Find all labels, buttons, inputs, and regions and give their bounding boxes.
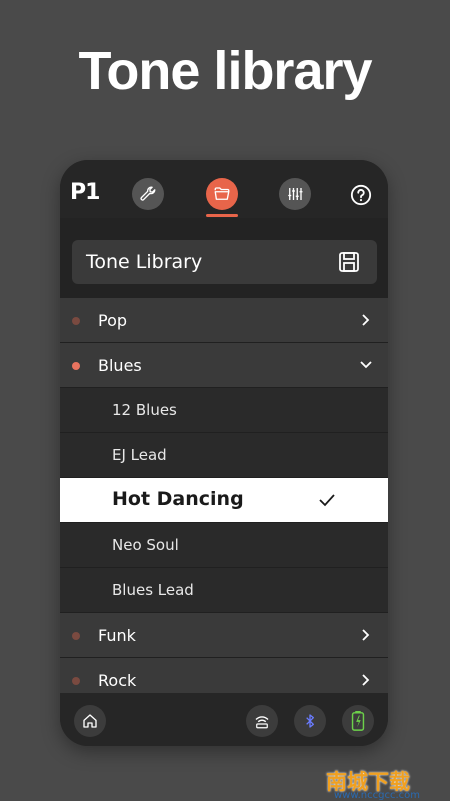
tone-library-panel: Tone Library Pop Blues 12 Blues EJ Lead (60, 218, 388, 693)
wireless-icon (255, 716, 269, 729)
watermark-logo: 南城下载 www.nccgcc.com (326, 764, 450, 801)
category-row-rock[interactable]: Rock (60, 658, 388, 693)
bluetooth-button[interactable] (294, 705, 326, 737)
category-row-blues[interactable]: Blues (60, 343, 388, 388)
tone-label: 12 Blues (112, 401, 177, 419)
app-logo: P1 (70, 180, 100, 205)
app-window: P1 Tone Library Pop Blues 12 Blues EJ Le… (60, 160, 388, 746)
hero-title: Tone library (78, 41, 372, 101)
checkmark-icon (319, 494, 335, 507)
chevron-down-icon (360, 361, 372, 369)
tone-row[interactable]: Blues Lead (60, 568, 388, 613)
category-dot (72, 362, 80, 370)
battery-icon (351, 711, 365, 731)
category-dot (72, 317, 80, 325)
tone-row-selected[interactable]: Hot Dancing (60, 478, 388, 523)
library-header: Tone Library (60, 218, 388, 298)
chevron-right-icon (362, 314, 370, 326)
chevron-right-icon (362, 674, 370, 686)
category-label: Blues (98, 356, 142, 375)
tone-label: EJ Lead (112, 446, 167, 464)
watermark-url: www.nccgcc.com (334, 790, 421, 801)
settings-tab[interactable] (132, 178, 164, 210)
home-button[interactable] (74, 705, 106, 737)
category-label: Funk (98, 626, 136, 645)
tone-label: Hot Dancing (112, 488, 244, 510)
tone-row[interactable]: 12 Blues (60, 388, 388, 433)
library-title: Tone Library (86, 251, 203, 273)
help-button[interactable] (350, 184, 372, 206)
category-row-funk[interactable]: Funk (60, 613, 388, 658)
wrench-icon (140, 186, 156, 201)
category-label: Rock (98, 671, 137, 690)
bluetooth-icon (306, 714, 314, 728)
save-icon[interactable] (337, 250, 361, 274)
active-tab-indicator (206, 214, 238, 217)
battery-status[interactable] (342, 705, 374, 737)
help-icon (350, 184, 372, 206)
bottom-bar (60, 693, 388, 746)
library-title-box: Tone Library (72, 240, 377, 284)
mixer-tab[interactable] (279, 178, 311, 210)
category-label: Pop (98, 311, 128, 330)
mixer-icon (288, 188, 303, 200)
category-dot (72, 632, 80, 640)
chevron-right-icon (362, 629, 370, 641)
library-tab[interactable] (206, 178, 238, 210)
tone-row[interactable]: EJ Lead (60, 433, 388, 478)
tone-row[interactable]: Neo Soul (60, 523, 388, 568)
category-row-pop[interactable]: Pop (60, 298, 388, 343)
tone-label: Blues Lead (112, 581, 194, 599)
top-nav-bar: P1 (60, 160, 388, 218)
wireless-button[interactable] (246, 705, 278, 737)
folder-icon (214, 187, 230, 200)
home-icon (83, 714, 97, 728)
category-dot (72, 677, 80, 685)
tone-label: Neo Soul (112, 536, 179, 554)
